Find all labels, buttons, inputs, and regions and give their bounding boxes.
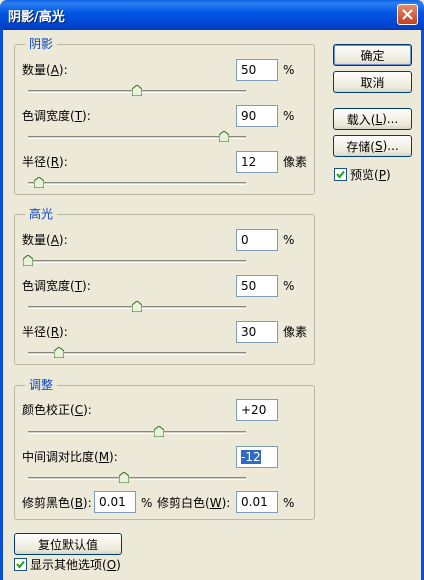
shadows-radius-unit: 像素 [283, 155, 308, 169]
window-title: 阴影/高光 [8, 10, 65, 25]
highlights-amount-track [28, 260, 246, 263]
reset-defaults-button[interactable]: 复位默认值 [14, 533, 122, 555]
black-clip-label: 修剪黑色(B): [22, 496, 92, 510]
close-button[interactable] [397, 4, 418, 25]
shadows-tonal-width-field[interactable]: 90 [236, 105, 278, 127]
white-clip-unit: % [283, 496, 295, 510]
checkmark-icon [16, 560, 25, 569]
shadows-tonal-width-unit: % [283, 109, 295, 123]
ok-button[interactable]: 确定 [333, 44, 412, 66]
highlights-group-title: 高光 [25, 207, 58, 221]
close-icon [402, 9, 413, 20]
cancel-button[interactable]: 取消 [333, 71, 412, 93]
adjustments-group-title: 调整 [25, 378, 58, 392]
black-clip-unit: % [141, 496, 153, 510]
black-clip-field[interactable]: 0.01 [94, 491, 136, 513]
shadows-tonal-width-track [28, 136, 246, 139]
midtone-contrast-value: -12 [241, 450, 261, 464]
shadows-tonal-width-slider-thumb[interactable] [219, 131, 230, 142]
shadows-group-title: 阴影 [25, 37, 58, 51]
color-correction-label: 颜色校正(C): [22, 403, 92, 417]
show-more-options-label[interactable]: 显示其他选项(O) [30, 558, 121, 572]
preview-label[interactable]: 预览(P) [350, 168, 391, 182]
midtone-contrast-label: 中间调对比度(M): [22, 450, 118, 464]
highlights-amount-label: 数量(A): [22, 233, 68, 247]
shadows-amount-label: 数量(A): [22, 63, 68, 77]
shadows-radius-field[interactable]: 12 [236, 151, 278, 173]
shadows-radius-slider-thumb[interactable] [33, 177, 44, 188]
highlights-amount-field[interactable]: 0 [236, 229, 278, 251]
highlights-amount-unit: % [283, 233, 295, 247]
midtone-contrast-field[interactable]: -12 [236, 446, 278, 468]
midtone-contrast-slider-thumb[interactable] [118, 472, 129, 483]
white-clip-label: 修剪白色(W): [157, 496, 231, 510]
highlights-tonal-width-field[interactable]: 50 [236, 275, 278, 297]
highlights-tonal-width-label: 色调宽度(T): [22, 279, 91, 293]
save-button[interactable]: 存储(S)... [333, 135, 412, 157]
show-more-options-checkbox[interactable] [14, 558, 27, 571]
highlights-radius-slider-thumb[interactable] [53, 347, 64, 358]
title-bar: 阴影/高光 [0, 0, 424, 30]
color-correction-slider-thumb[interactable] [153, 426, 164, 437]
highlights-tonal-width-unit: % [283, 279, 295, 293]
checkmark-icon [336, 170, 345, 179]
shadows-amount-slider-thumb[interactable] [132, 85, 142, 96]
color-correction-track [28, 431, 246, 434]
white-clip-field[interactable]: 0.01 [236, 491, 278, 513]
load-button[interactable]: 载入(L)... [333, 108, 412, 130]
window-frame-left [0, 30, 3, 580]
color-correction-field[interactable]: +20 [236, 399, 278, 421]
preview-checkbox[interactable] [334, 168, 347, 181]
shadows-tonal-width-label: 色调宽度(T): [22, 109, 91, 123]
highlights-radius-field[interactable]: 30 [236, 321, 278, 343]
highlights-amount-slider-thumb[interactable] [23, 255, 33, 266]
midtone-contrast-track [28, 477, 246, 480]
shadows-radius-track [28, 182, 246, 185]
highlights-radius-unit: 像素 [283, 325, 308, 339]
shadows-amount-field[interactable]: 50 [236, 59, 278, 81]
highlights-radius-label: 半径(R): [22, 325, 68, 339]
shadows-radius-label: 半径(R): [22, 155, 68, 169]
shadows-amount-unit: % [283, 63, 295, 77]
highlights-tonal-width-slider-thumb[interactable] [132, 301, 142, 312]
